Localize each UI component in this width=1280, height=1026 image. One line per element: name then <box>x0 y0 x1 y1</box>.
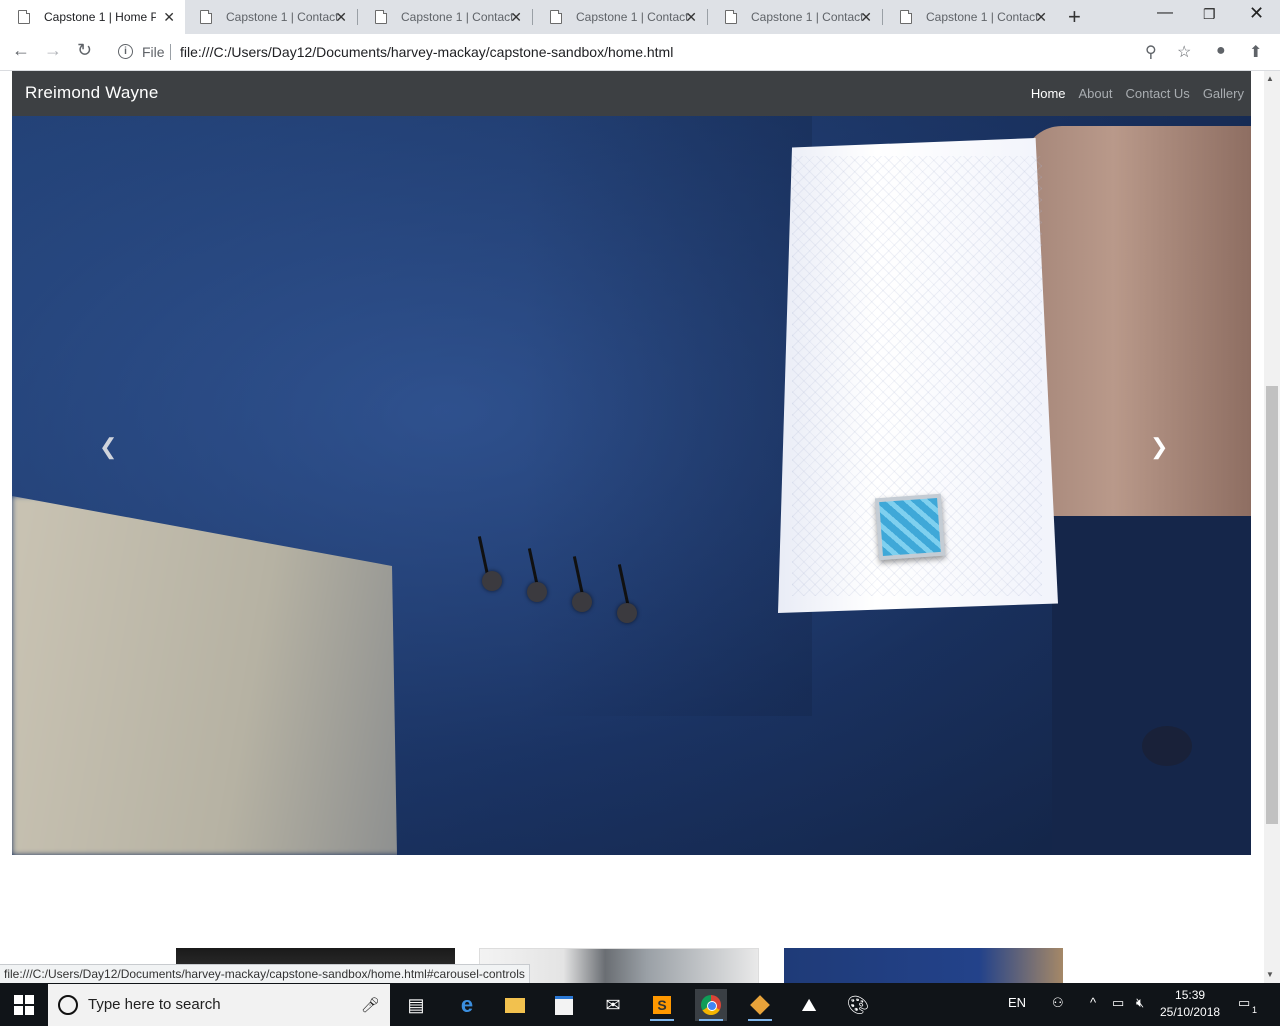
site-brand[interactable]: Rreimond Wayne <box>25 83 159 103</box>
sleeve-button <box>572 592 592 612</box>
page-icon <box>900 10 912 24</box>
close-tab-icon[interactable]: ✕ <box>163 9 175 26</box>
coat-button <box>1142 726 1192 766</box>
clock-time: 15:39 <box>1175 988 1206 1002</box>
reload-icon[interactable]: ↻ <box>77 40 92 61</box>
tab-title: Capstone 1 | Contact <box>751 10 863 24</box>
forward-icon[interactable]: → <box>44 40 62 61</box>
sleeve-button <box>617 603 637 623</box>
sublime-text-icon[interactable]: S <box>646 989 678 1021</box>
minimize-icon[interactable]: — <box>1157 4 1173 22</box>
paint-icon[interactable]: 🎨︎ <box>842 989 874 1021</box>
nav-link-contact-us[interactable]: Contact Us <box>1126 86 1190 101</box>
nav-link-gallery[interactable]: Gallery <box>1203 86 1244 101</box>
tab-title: Capstone 1 | Home Page <box>44 10 156 24</box>
cortana-icon <box>58 995 78 1015</box>
profile-icon[interactable]: ● <box>1216 42 1226 60</box>
info-icon[interactable]: i <box>118 44 133 59</box>
show-hidden-icons-icon[interactable]: ^ <box>1090 995 1096 1010</box>
address-bar[interactable]: file:///C:/Users/Day12/Documents/harvey-… <box>180 44 673 60</box>
site-navbar: Rreimond Wayne Home About Contact Us Gal… <box>12 71 1251 116</box>
chevron-right-icon[interactable]: ❯ <box>1150 434 1168 460</box>
cufflink <box>874 493 946 561</box>
browser-tab[interactable]: Capstone 1 | Contact ✕ <box>882 0 1057 34</box>
people-icon[interactable]: ⚇ <box>1052 995 1064 1011</box>
wrist <box>1022 126 1251 576</box>
site-nav-links: Home About Contact Us Gallery <box>1031 86 1244 101</box>
notifications-icon[interactable]: ▭ <box>1238 995 1250 1011</box>
browser-tab[interactable]: Capstone 1 | Contact ✕ <box>532 0 707 34</box>
sleeve-shadow <box>522 116 812 716</box>
page-icon <box>18 10 30 24</box>
network-icon[interactable]: ▭ <box>1112 995 1124 1011</box>
back-icon[interactable]: ← <box>12 40 30 61</box>
web-page: Rreimond Wayne Home About Contact Us Gal… <box>0 71 1264 983</box>
url-divider <box>170 44 171 60</box>
jacket-body <box>1052 516 1251 855</box>
close-window-icon[interactable]: ✕ <box>1249 3 1264 24</box>
image-carousel[interactable]: ❮ ❯ <box>12 116 1251 855</box>
page-icon <box>725 10 737 24</box>
browser-tab[interactable]: Capstone 1 | Contact ✕ <box>357 0 532 34</box>
tab-strip: Capstone 1 | Home Page ✕ Capstone 1 | Co… <box>0 0 1280 34</box>
store-icon[interactable] <box>548 989 580 1021</box>
restore-icon[interactable]: ❐ <box>1203 6 1216 23</box>
git-kraken-icon[interactable] <box>744 989 776 1021</box>
close-tab-icon[interactable]: ✕ <box>685 9 697 26</box>
close-tab-icon[interactable]: ✕ <box>335 9 347 26</box>
bookmark-star-icon[interactable]: ☆ <box>1177 42 1191 62</box>
nav-link-about[interactable]: About <box>1079 86 1113 101</box>
browser-toolbar: ← → ↻ i File file:///C:/Users/Day12/Docu… <box>0 34 1280 71</box>
gallery-thumbnail[interactable] <box>784 948 1063 983</box>
tab-title: Capstone 1 | Contact <box>576 10 688 24</box>
browser-tab[interactable]: Capstone 1 | Contact ✕ <box>707 0 882 34</box>
notification-count: 1 <box>1252 1005 1258 1015</box>
windows-start-icon[interactable] <box>14 995 34 1015</box>
nav-link-home[interactable]: Home <box>1031 86 1066 101</box>
page-icon <box>550 10 562 24</box>
taskbar-search[interactable]: Type here to search 🎤︎ <box>48 984 390 1026</box>
page-icon <box>200 10 212 24</box>
close-tab-icon[interactable]: ✕ <box>1035 9 1047 26</box>
mail-icon[interactable]: ✉ <box>597 989 629 1021</box>
sleeve-button <box>527 582 547 602</box>
edge-browser-icon[interactable]: e <box>451 989 483 1021</box>
zoom-icon[interactable]: ⚲ <box>1145 42 1157 62</box>
photos-icon[interactable]: ⛰ <box>793 989 825 1021</box>
system-clock[interactable]: 15:39 25/10/2018 <box>1160 987 1220 1021</box>
scroll-down-icon[interactable]: ▼ <box>1266 970 1274 979</box>
scrollbar-thumb[interactable] <box>1266 386 1278 824</box>
sleeve-button <box>482 571 502 591</box>
chrome-icon[interactable] <box>695 989 727 1021</box>
page-icon <box>375 10 387 24</box>
close-tab-icon[interactable]: ✕ <box>510 9 522 26</box>
tab-title: Capstone 1 | Contact <box>926 10 1038 24</box>
volume-muted-icon[interactable]: 🔇︎ <box>1136 995 1144 1011</box>
windows-taskbar: Type here to search 🎤︎ ▤ e ✉ S ⛰ 🎨︎ EN ⚇… <box>0 983 1280 1026</box>
tab-title: Capstone 1 | Contact <box>226 10 338 24</box>
new-tab-icon[interactable]: + <box>1068 4 1081 30</box>
scroll-up-icon[interactable]: ▲ <box>1266 74 1274 83</box>
tab-title: Capstone 1 | Contact <box>401 10 513 24</box>
browser-tab-active[interactable]: Capstone 1 | Home Page ✕ <box>0 0 185 34</box>
close-tab-icon[interactable]: ✕ <box>860 9 872 26</box>
task-view-icon[interactable]: ▤ <box>400 989 432 1021</box>
update-icon[interactable]: ⬆ <box>1249 42 1262 62</box>
language-indicator[interactable]: EN <box>1008 995 1026 1010</box>
status-bar-url: file:///C:/Users/Day12/Documents/harvey-… <box>0 964 530 983</box>
browser-tab[interactable]: Capstone 1 | Contact ✕ <box>182 0 357 34</box>
microphone-icon[interactable]: 🎤︎ <box>361 996 380 1014</box>
file-explorer-icon[interactable] <box>499 989 531 1021</box>
chevron-left-icon[interactable]: ❮ <box>99 434 117 460</box>
protocol-label: File <box>142 44 165 60</box>
clock-date: 25/10/2018 <box>1160 1005 1221 1019</box>
search-placeholder: Type here to search <box>88 996 221 1013</box>
